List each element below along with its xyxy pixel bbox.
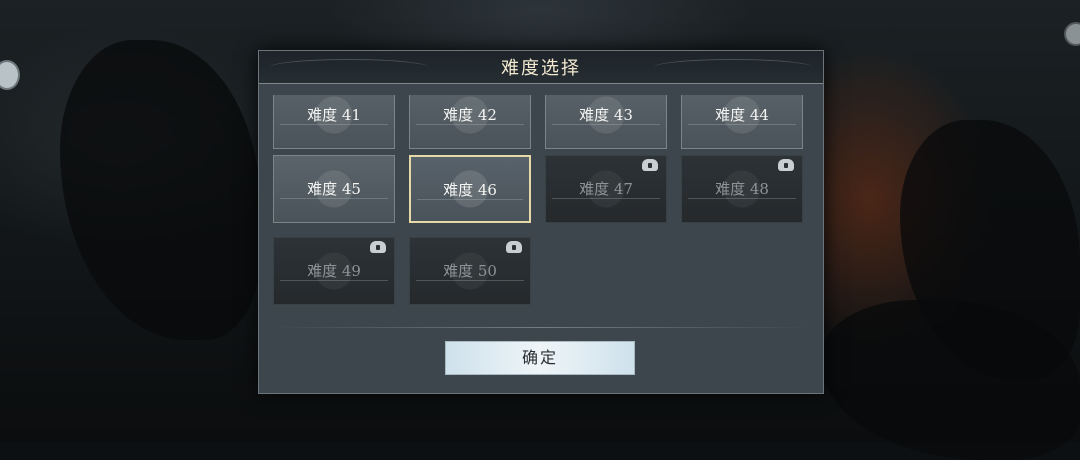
dialog-divider — [273, 327, 809, 328]
lock-icon — [506, 241, 522, 253]
lock-icon — [642, 159, 658, 171]
difficulty-label: 难度 45 — [307, 180, 361, 198]
character-avatar-icon[interactable] — [0, 60, 20, 90]
difficulty-label: 难度 46 — [443, 181, 497, 199]
lock-icon — [778, 159, 794, 171]
difficulty-label: 难度 43 — [579, 106, 633, 124]
difficulty-tile[interactable]: 难度 43 — [545, 95, 667, 149]
background-tree-left — [60, 40, 260, 340]
difficulty-tile[interactable]: 难度 44 — [681, 95, 803, 149]
confirm-button[interactable]: 确定 — [445, 341, 635, 375]
dialog-title: 难度选择 — [501, 58, 581, 79]
difficulty-label: 难度 42 — [443, 106, 497, 124]
difficulty-tile[interactable]: 难度 47 — [545, 155, 667, 223]
difficulty-tile[interactable]: 难度 46 — [409, 155, 531, 223]
difficulty-tile[interactable]: 难度 48 — [681, 155, 803, 223]
menu-orb-icon[interactable] — [1064, 22, 1080, 46]
difficulty-tile[interactable]: 难度 41 — [273, 95, 395, 149]
difficulty-label: 难度 44 — [715, 106, 769, 124]
difficulty-tile[interactable]: 难度 50 — [409, 237, 531, 305]
lock-icon — [370, 241, 386, 253]
difficulty-label: 难度 41 — [307, 106, 361, 124]
dialog-header: 难度选择 — [259, 51, 823, 84]
difficulty-dialog: 难度选择 难度 41 难度 42 难度 43 难度 44 难度 45 难度 46 难度 47… — [258, 50, 824, 394]
difficulty-tile[interactable]: 难度 45 — [273, 155, 395, 223]
difficulty-tile[interactable]: 难度 49 — [273, 237, 395, 305]
difficulty-label: 难度 49 — [307, 262, 361, 280]
difficulty-label: 难度 48 — [715, 180, 769, 198]
difficulty-grid[interactable]: 难度 41 难度 42 难度 43 难度 44 难度 45 难度 46 难度 47 难度 48… — [273, 95, 813, 315]
difficulty-tile[interactable]: 难度 42 — [409, 95, 531, 149]
difficulty-label: 难度 47 — [579, 180, 633, 198]
difficulty-label: 难度 50 — [443, 262, 497, 280]
